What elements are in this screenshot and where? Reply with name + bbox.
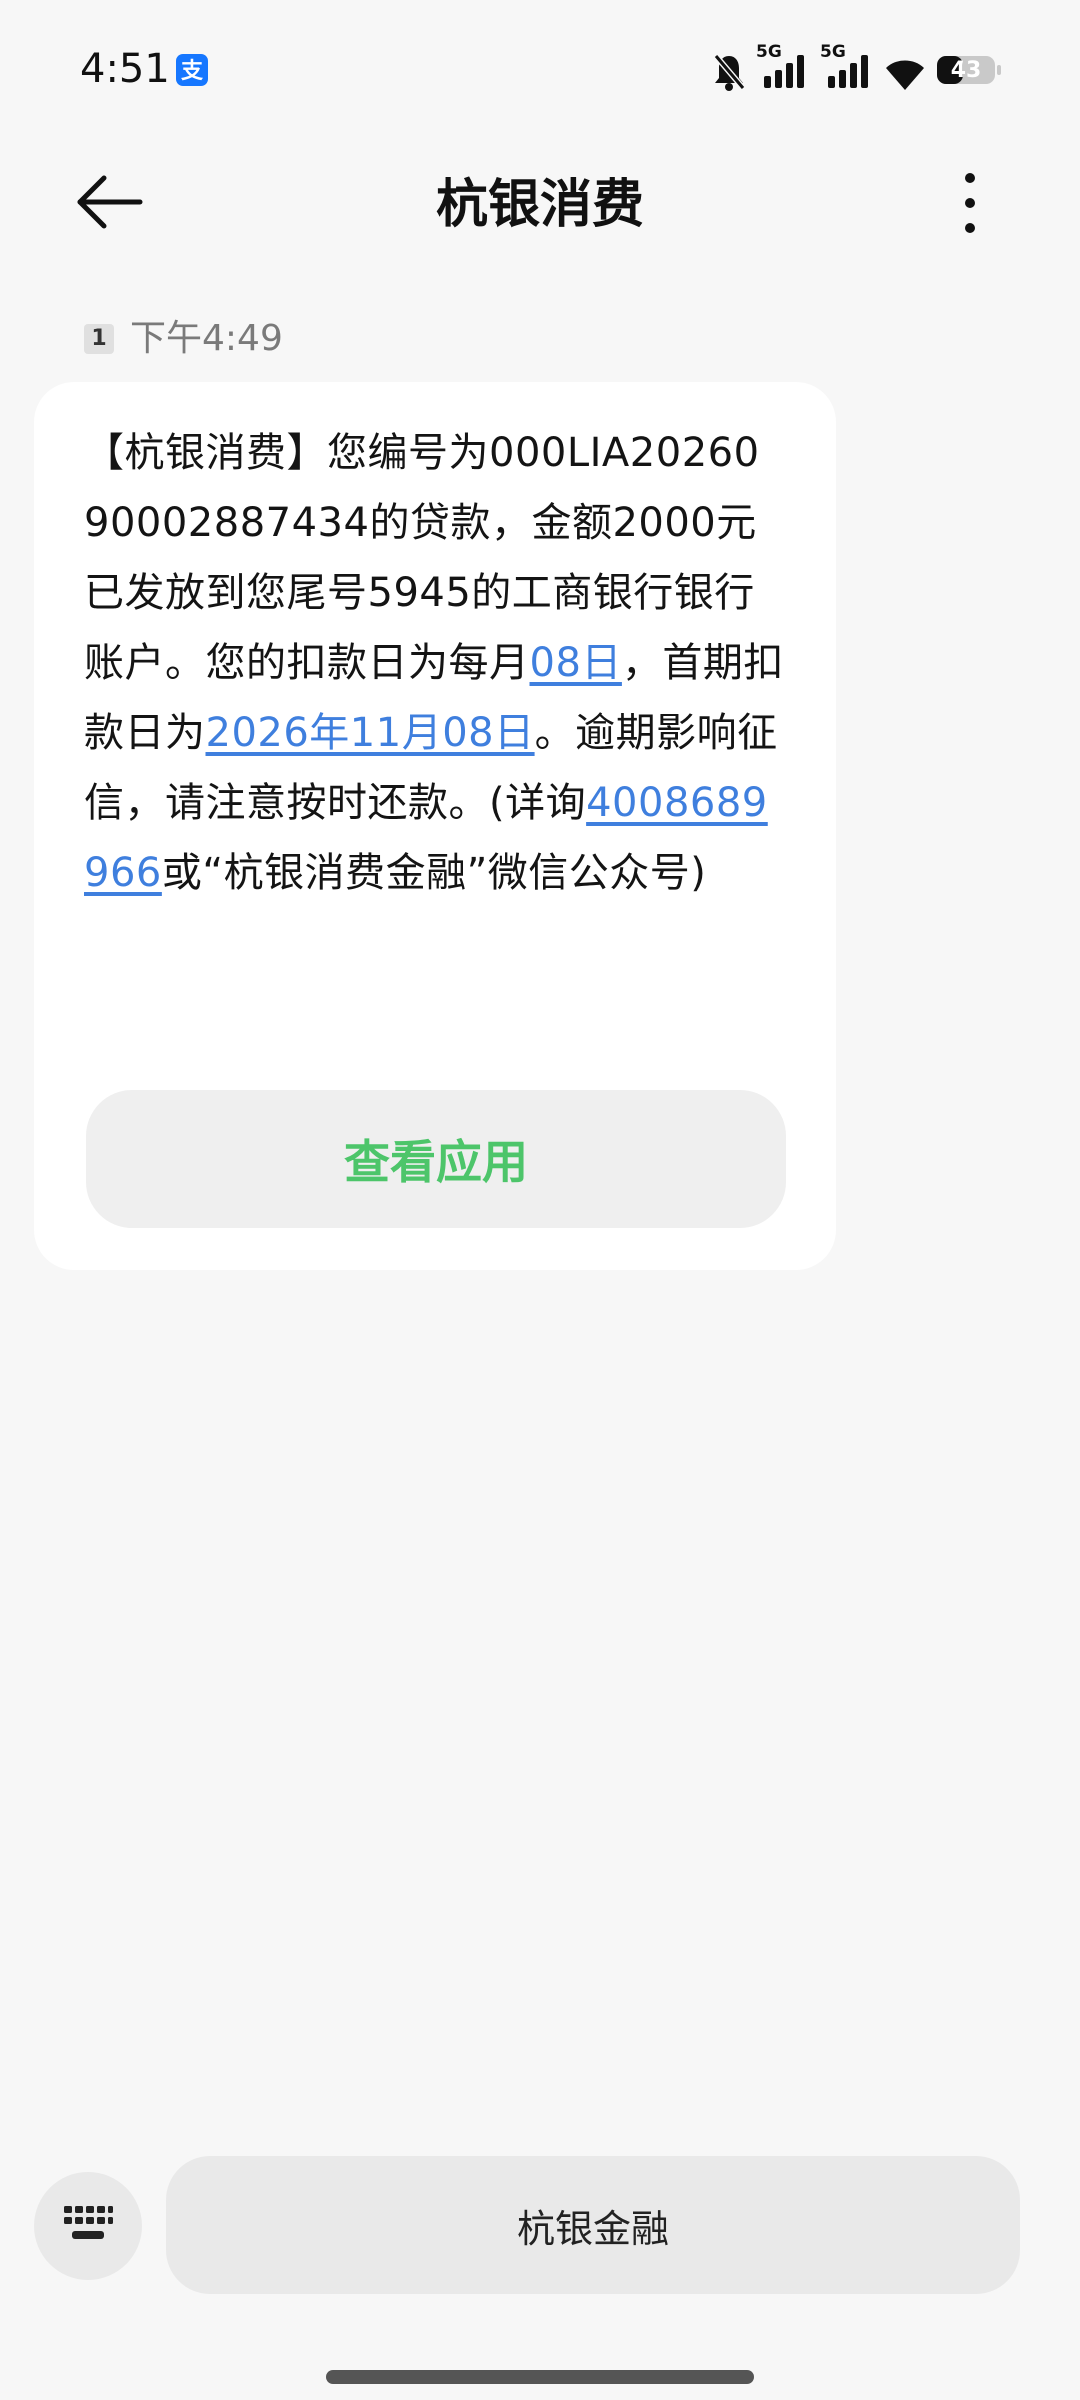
signal-icon: 5G <box>820 42 874 92</box>
more-vertical-icon[interactable] <box>950 170 990 236</box>
signal-icon: 5G <box>756 42 810 92</box>
view-app-button[interactable]: 查看应用 <box>86 1090 786 1228</box>
battery-icon: 43 <box>936 54 1002 86</box>
message-text: 【杭银消费】您编号为000LIA2026090002887434的贷款，金额20… <box>84 418 784 908</box>
first-repay-date-link[interactable]: 2026年11月08日 <box>206 710 535 756</box>
keyboard-toggle-button[interactable] <box>34 2172 142 2280</box>
keyboard-icon <box>62 2204 114 2248</box>
home-indicator[interactable] <box>326 2370 754 2384</box>
svg-text:支: 支 <box>181 59 204 84</box>
repay-day-link[interactable]: 08日 <box>530 640 622 686</box>
message-time: 下午4:49 <box>130 318 283 359</box>
message-segment: 或“杭银消费金融”微信公众号) <box>161 850 707 896</box>
sim-slot-badge: 1 <box>84 324 114 354</box>
alipay-icon: 支 <box>176 54 208 86</box>
status-icons: 5G 5G 43 <box>712 42 1002 92</box>
wifi-icon <box>884 52 926 92</box>
page-title: 杭银消费 <box>435 175 644 235</box>
network-type-label: 5G <box>756 42 782 62</box>
status-bar: 4:51 支 5G 5G 43 <box>0 0 1080 140</box>
quick-reply-chip[interactable]: 杭银金融 <box>166 2156 1020 2294</box>
network-type-label: 5G <box>820 42 846 62</box>
bell-muted-icon <box>712 52 746 92</box>
status-time: 4:51 <box>80 46 170 92</box>
battery-level: 43 <box>950 58 982 83</box>
message-bubble: 【杭银消费】您编号为000LIA2026090002887434的贷款，金额20… <box>34 382 836 1270</box>
